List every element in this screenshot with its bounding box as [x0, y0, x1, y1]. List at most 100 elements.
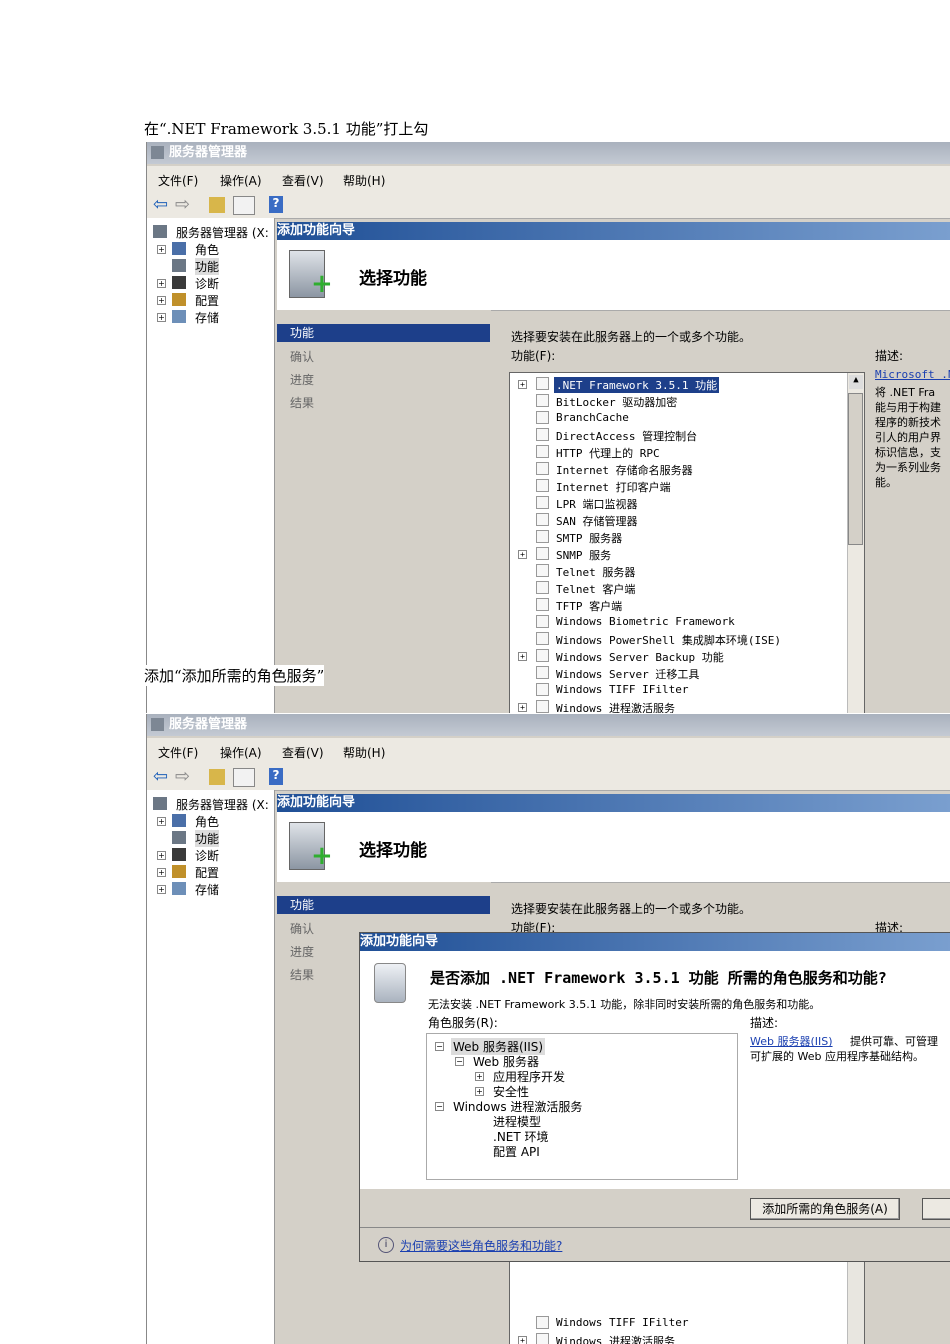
feature-checkbox[interactable] — [536, 632, 549, 645]
feature-item[interactable]: Windows PowerShell 集成脚本环境(ISE) — [510, 631, 845, 647]
feature-checkbox[interactable] — [536, 666, 549, 679]
up-folder-icon[interactable] — [209, 769, 225, 785]
tree-item[interactable]: + 存储 — [147, 309, 274, 325]
expand-icon[interactable]: + — [518, 550, 527, 559]
feature-item[interactable]: SMTP 服务器 — [510, 529, 845, 545]
expand-icon[interactable]: + — [157, 296, 166, 305]
show-hide-tree-icon[interactable] — [233, 768, 255, 787]
feature-checkbox[interactable] — [536, 581, 549, 594]
role-service-item[interactable]: − Web 服务器(IIS) — [427, 1038, 727, 1055]
wizard-step[interactable]: 功能 — [277, 896, 490, 914]
feature-checkbox[interactable] — [536, 1333, 549, 1344]
expand-icon[interactable]: + — [157, 885, 166, 894]
feature-checkbox[interactable] — [536, 411, 549, 424]
tree-item[interactable]: + 配置 — [147, 864, 274, 880]
expand-icon[interactable]: + — [157, 313, 166, 322]
forward-icon[interactable]: ⇨ — [175, 194, 190, 215]
feature-checkbox[interactable] — [536, 683, 549, 696]
feature-checkbox[interactable] — [536, 615, 549, 628]
feature-item[interactable]: SAN 存储管理器 — [510, 512, 845, 528]
feature-item[interactable]: Internet 打印客户端 — [510, 478, 845, 494]
menu-item[interactable]: 帮助(H) — [343, 172, 385, 189]
tree-item[interactable]: + 配置 — [147, 292, 274, 308]
menu-item[interactable]: 文件(F) — [158, 172, 198, 189]
expand-icon[interactable]: + — [157, 817, 166, 826]
feature-item[interactable]: TFTP 客户端 — [510, 597, 845, 613]
wizard-step[interactable]: 确认 — [277, 348, 490, 366]
tree-item[interactable]: 服务器管理器 (X: — [147, 224, 274, 240]
feature-checkbox[interactable] — [536, 462, 549, 475]
role-service-item[interactable]: − Web 服务器 — [427, 1053, 727, 1069]
tree-item[interactable]: + 存储 — [147, 881, 274, 897]
expand-collapse-icon[interactable]: − — [435, 1102, 444, 1111]
feature-checkbox[interactable] — [536, 428, 549, 441]
tree-item[interactable]: + 角色 — [147, 241, 274, 257]
expand-icon[interactable]: + — [518, 1336, 527, 1344]
feature-checkbox[interactable] — [536, 479, 549, 492]
feature-item[interactable]: BitLocker 驱动器加密 — [510, 393, 845, 409]
tree-item[interactable]: + 诊断 — [147, 275, 274, 291]
cancel-button[interactable] — [922, 1198, 950, 1220]
feature-checkbox[interactable] — [536, 445, 549, 458]
feature-item[interactable]: Windows Server 迁移工具 — [510, 665, 845, 681]
expand-icon[interactable]: + — [518, 652, 527, 661]
wizard-step[interactable]: 进度 — [277, 371, 490, 389]
feature-checkbox[interactable] — [536, 1316, 549, 1329]
role-service-item[interactable]: + 安全性 — [427, 1083, 727, 1099]
role-service-item[interactable]: 进程模型 — [427, 1113, 727, 1129]
feature-item[interactable]: Windows TIFF IFilter — [510, 682, 845, 698]
feature-item[interactable]: Windows Biometric Framework — [510, 614, 845, 630]
feature-checkbox[interactable] — [536, 513, 549, 526]
why-needed-link[interactable]: 为何需要这些角色服务和功能? — [400, 1237, 562, 1254]
help-icon[interactable]: ? — [269, 768, 283, 785]
feature-item[interactable]: HTTP 代理上的 RPC — [510, 444, 845, 460]
role-service-item[interactable]: .NET 环境 — [427, 1128, 727, 1144]
role-service-item[interactable]: 配置 API — [427, 1143, 727, 1159]
feature-item[interactable]: + Windows 进程激活服务 — [510, 1332, 845, 1344]
expand-icon[interactable]: + — [157, 245, 166, 254]
feature-checkbox[interactable] — [536, 394, 549, 407]
feature-item[interactable]: DirectAccess 管理控制台 — [510, 427, 845, 443]
feature-checkbox[interactable] — [536, 547, 549, 560]
feature-checkbox[interactable] — [536, 496, 549, 509]
forward-icon[interactable]: ⇨ — [175, 766, 190, 787]
feature-checkbox[interactable] — [536, 700, 549, 713]
feature-checkbox[interactable] — [536, 564, 549, 577]
tree-item[interactable]: 功能 — [147, 830, 274, 847]
show-hide-tree-icon[interactable] — [233, 196, 255, 215]
scrollbar-thumb[interactable] — [848, 393, 863, 545]
feature-item[interactable]: + Windows 进程激活服务 — [510, 699, 845, 713]
expand-collapse-icon[interactable]: + — [475, 1072, 484, 1081]
expand-icon[interactable]: + — [157, 279, 166, 288]
feature-checkbox[interactable] — [536, 649, 549, 662]
feature-item[interactable]: BranchCache — [510, 410, 845, 426]
expand-icon[interactable]: + — [157, 868, 166, 877]
menu-item[interactable]: 操作(A) — [220, 172, 262, 189]
wizard-step[interactable]: 功能 — [277, 324, 490, 342]
add-required-role-services-button[interactable]: 添加所需的角色服务(A) — [750, 1198, 900, 1220]
up-folder-icon[interactable] — [209, 197, 225, 213]
feature-item[interactable]: Telnet 客户端 — [510, 580, 845, 596]
feature-item[interactable]: Windows TIFF IFilter — [510, 1315, 845, 1331]
tree-item[interactable]: + 诊断 — [147, 847, 274, 863]
menu-item[interactable]: 操作(A) — [220, 744, 262, 761]
back-icon[interactable]: ⇦ — [153, 194, 168, 215]
expand-icon[interactable]: + — [157, 851, 166, 860]
feature-item[interactable]: + SNMP 服务 — [510, 546, 845, 562]
expand-icon[interactable]: + — [518, 703, 527, 712]
menu-item[interactable]: 文件(F) — [158, 744, 198, 761]
feature-checkbox[interactable] — [536, 598, 549, 611]
feature-item[interactable]: Internet 存储命名服务器 — [510, 461, 845, 477]
scroll-up-arrow-icon[interactable]: ▲ — [849, 375, 863, 389]
description-link[interactable]: Microsoft .N — [875, 368, 950, 381]
feature-item[interactable]: + Windows Server Backup 功能 — [510, 648, 845, 664]
expand-collapse-icon[interactable]: − — [435, 1042, 444, 1051]
feature-item[interactable]: + .NET Framework 3.5.1 功能 — [510, 376, 845, 393]
description-link[interactable]: Web 服务器(IIS) — [750, 1033, 833, 1049]
tree-item[interactable]: 功能 — [147, 258, 274, 275]
feature-item[interactable]: Telnet 服务器 — [510, 563, 845, 579]
menu-item[interactable]: 查看(V) — [282, 172, 324, 189]
role-service-item[interactable]: − Windows 进程激活服务 — [427, 1098, 727, 1114]
feature-checkbox[interactable] — [536, 530, 549, 543]
tree-item[interactable]: + 角色 — [147, 813, 274, 829]
